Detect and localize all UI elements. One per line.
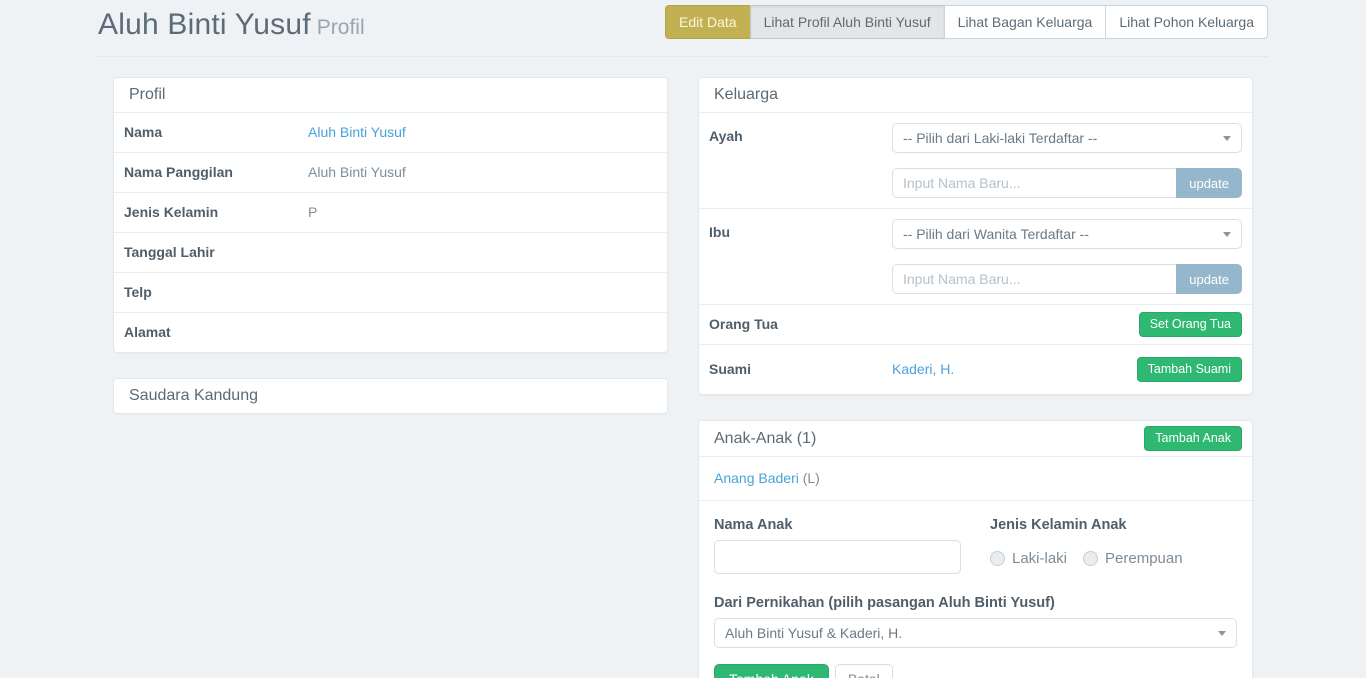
row-value (308, 283, 657, 302)
saudara-kandung-heading: Saudara Kandung (114, 379, 667, 413)
suami-name-link[interactable]: Kaderi, H. (892, 361, 954, 377)
nama-value-link[interactable]: Aluh Binti Yusuf (308, 124, 406, 140)
edit-data-button[interactable]: Edit Data (665, 5, 751, 39)
ibu-row: Ibu -- Pilih dari Wanita Terdaftar -- up… (699, 208, 1252, 304)
row-label: Orang Tua (709, 315, 882, 334)
row-label: Suami (709, 360, 882, 379)
ibu-select[interactable]: -- Pilih dari Wanita Terdaftar -- (892, 219, 1242, 249)
row-label: Ayah (709, 123, 882, 198)
gender-radio-group: Laki-laki Perempuan (990, 550, 1237, 567)
left-column: Profil Nama Aluh Binti Yusuf Nama Panggi… (98, 77, 683, 678)
profil-panel: Profil Nama Aluh Binti Yusuf Nama Panggi… (113, 77, 668, 353)
child-gender-suffix: (L) (799, 470, 820, 486)
lihat-profil-button[interactable]: Lihat Profil Aluh Binti Yusuf (750, 5, 945, 39)
child-name-link[interactable]: Anang Baderi (714, 470, 799, 486)
row-label: Ibu (709, 219, 882, 294)
anak-anak-panel-heading: Anak-Anak (1) Tambah Anak (699, 421, 1252, 456)
table-row: Alamat (114, 312, 667, 352)
page-title: Aluh Binti Yusuf (98, 8, 311, 41)
tambah-anak-header-button[interactable]: Tambah Anak (1144, 426, 1242, 451)
ayah-input-group: update (892, 168, 1242, 198)
tambah-anak-submit-button[interactable]: Tambah Anak (714, 664, 829, 678)
nama-anak-label: Nama Anak (714, 516, 961, 534)
row-value: P (308, 203, 657, 222)
lihat-bagan-keluarga-button[interactable]: Lihat Bagan Keluarga (944, 5, 1107, 39)
ayah-select[interactable]: -- Pilih dari Laki-laki Terdaftar -- (892, 123, 1242, 153)
page-subtitle: Profil (317, 16, 365, 39)
pernikahan-select-wrap: Aluh Binti Yusuf & Kaderi, H. (714, 618, 1237, 648)
profil-panel-heading: Profil (114, 78, 667, 113)
nama-anak-input[interactable] (714, 540, 961, 574)
anak-anak-panel: Anak-Anak (1) Tambah Anak Anang Baderi (… (698, 420, 1253, 678)
laki-laki-radio[interactable] (990, 551, 1005, 566)
table-row: Tanggal Lahir (114, 232, 667, 272)
list-item: Anang Baderi (L) (699, 456, 1252, 500)
table-row: Nama Aluh Binti Yusuf (114, 113, 667, 152)
row-value (308, 323, 657, 342)
row-value: Aluh Binti Yusuf (308, 163, 657, 182)
pernikahan-select[interactable]: Aluh Binti Yusuf & Kaderi, H. (714, 618, 1237, 648)
batal-button[interactable]: Batal (835, 664, 893, 678)
ayah-select-wrap: -- Pilih dari Laki-laki Terdaftar -- (892, 123, 1242, 153)
orang-tua-row: Orang Tua Set Orang Tua (699, 304, 1252, 344)
ayah-new-name-input[interactable] (892, 168, 1176, 198)
table-row: Telp (114, 272, 667, 312)
view-switch-button-group: Edit Data Lihat Profil Aluh Binti Yusuf … (665, 5, 1268, 39)
row-label: Nama Panggilan (124, 163, 298, 182)
row-label: Alamat (124, 323, 298, 342)
ibu-input-group: update (892, 264, 1242, 294)
page-container: Aluh Binti Yusuf Profil Edit Data Lihat P… (98, 0, 1268, 678)
saudara-kandung-panel: Saudara Kandung (113, 378, 668, 414)
row-label: Nama (124, 123, 298, 142)
right-column: Keluarga Ayah -- Pilih dari Laki-laki Te… (683, 77, 1268, 678)
row-label: Jenis Kelamin (124, 203, 298, 222)
page-header: Aluh Binti Yusuf Profil Edit Data Lihat P… (98, 0, 1268, 57)
perempuan-radio[interactable] (1083, 551, 1098, 566)
set-orang-tua-button[interactable]: Set Orang Tua (1139, 312, 1242, 337)
anak-anak-heading-text: Anak-Anak (1) (714, 430, 816, 448)
add-child-form: Nama Anak Jenis Kelamin Anak Laki-laki (699, 500, 1252, 678)
ibu-select-wrap: -- Pilih dari Wanita Terdaftar -- (892, 219, 1242, 249)
ayah-row: Ayah -- Pilih dari Laki-laki Terdaftar -… (699, 113, 1252, 208)
dari-pernikahan-label: Dari Pernikahan (pilih pasangan Aluh Bin… (714, 594, 1237, 612)
ibu-new-name-input[interactable] (892, 264, 1176, 294)
suami-row: Suami Kaderi, H. Tambah Suami (699, 344, 1252, 394)
keluarga-panel-heading: Keluarga (699, 78, 1252, 113)
tambah-suami-button[interactable]: Tambah Suami (1137, 357, 1242, 382)
laki-laki-radio-label: Laki-laki (1012, 550, 1067, 567)
table-row: Nama Panggilan Aluh Binti Yusuf (114, 152, 667, 192)
row-label: Telp (124, 283, 298, 302)
lihat-pohon-keluarga-button[interactable]: Lihat Pohon Keluarga (1105, 5, 1268, 39)
row-value (308, 243, 657, 262)
perempuan-radio-label: Perempuan (1105, 550, 1183, 567)
ayah-update-button[interactable]: update (1176, 168, 1242, 198)
profil-table: Nama Aluh Binti Yusuf Nama Panggilan Alu… (114, 113, 667, 352)
keluarga-panel: Keluarga Ayah -- Pilih dari Laki-laki Te… (698, 77, 1253, 395)
table-row: Jenis Kelamin P (114, 192, 667, 232)
jenis-kelamin-anak-label: Jenis Kelamin Anak (990, 516, 1237, 534)
ibu-update-button[interactable]: update (1176, 264, 1242, 294)
row-label: Tanggal Lahir (124, 243, 298, 262)
